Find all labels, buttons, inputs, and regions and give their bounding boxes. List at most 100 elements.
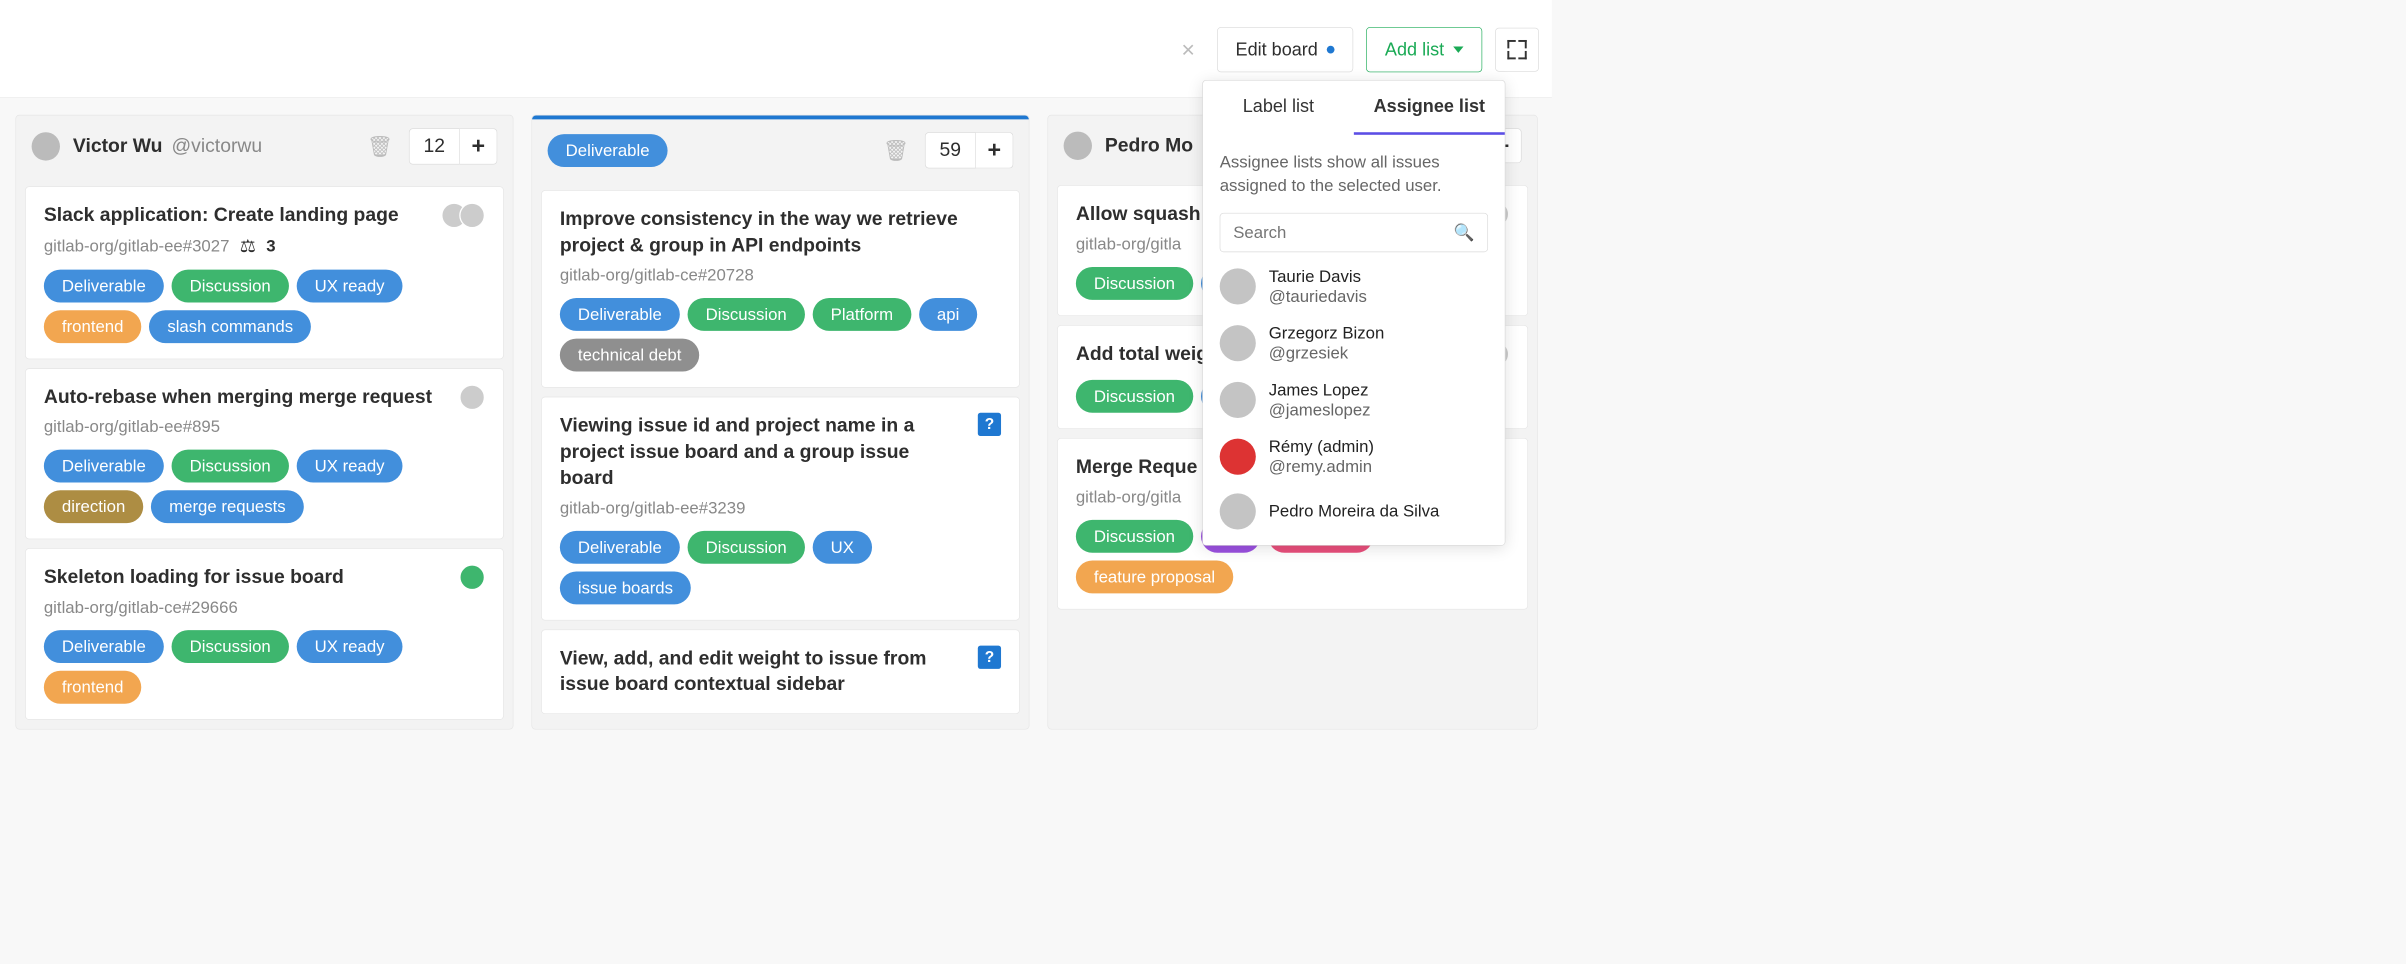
label-pill[interactable]: frontend: [44, 670, 142, 703]
edit-board-label: Edit board: [1236, 39, 1318, 60]
tab-assignee-list[interactable]: Assignee list: [1354, 81, 1505, 135]
tab-label-list[interactable]: Label list: [1203, 81, 1354, 135]
weight-icon: [240, 235, 256, 256]
avatar: [1220, 268, 1256, 304]
confidential-icon: ?: [978, 413, 1001, 436]
label-pill[interactable]: UX ready: [297, 269, 403, 302]
add-list-button[interactable]: Add list: [1366, 27, 1482, 72]
user-handle: @tauriedavis: [1269, 286, 1367, 306]
list-header: Victor Wu @victorwu 🗑 12 +: [16, 115, 513, 177]
list-label-pill: Deliverable: [548, 134, 668, 167]
card-title: Skeleton loading for issue board: [44, 564, 449, 590]
label-pill[interactable]: technical debt: [560, 339, 700, 372]
issue-card[interactable]: Improve consistency in the way we retrie…: [541, 190, 1020, 387]
label-pill[interactable]: UX ready: [297, 630, 403, 663]
search-icon: 🔍: [1454, 222, 1475, 242]
list-title-name: Pedro Mo: [1105, 135, 1193, 157]
label-pill[interactable]: Deliverable: [560, 298, 680, 331]
user-row[interactable]: Taurie Davis @tauriedavis: [1220, 266, 1488, 306]
user-row[interactable]: Rémy (admin) @remy.admin: [1220, 437, 1488, 477]
fullscreen-button[interactable]: [1495, 28, 1539, 72]
label-pill[interactable]: Discussion: [172, 450, 289, 483]
card-title: Auto-rebase when merging merge request: [44, 384, 449, 410]
card-ref: gitlab-org/gitlab-ce#20728: [560, 265, 754, 285]
avatar: [32, 132, 60, 160]
add-list-popover: Label list Assignee list Assignee lists …: [1202, 80, 1505, 546]
add-card-button[interactable]: +: [976, 132, 1013, 168]
card-assignees: [459, 384, 485, 410]
label-pill[interactable]: Deliverable: [44, 269, 164, 302]
label-pill[interactable]: Platform: [813, 298, 912, 331]
user-name: James Lopez: [1269, 380, 1371, 400]
label-pill[interactable]: Discussion: [688, 531, 805, 564]
card-title: Improve consistency in the way we retrie…: [560, 206, 1001, 258]
user-handle: @jameslopez: [1269, 400, 1371, 420]
card-ref: gitlab-org/gitla: [1076, 487, 1181, 507]
label-pill[interactable]: merge requests: [151, 490, 304, 523]
card-ref: gitlab-org/gitla: [1076, 234, 1181, 254]
label-pill[interactable]: frontend: [44, 310, 142, 343]
add-list-label: Add list: [1385, 39, 1444, 60]
trash-icon[interactable]: 🗑: [873, 138, 920, 163]
avatar: [1220, 325, 1256, 361]
user-name: Pedro Moreira da Silva: [1269, 501, 1440, 521]
issue-card[interactable]: View, add, and edit weight to issue from…: [541, 629, 1020, 713]
user-row[interactable]: Pedro Moreira da Silva: [1220, 493, 1488, 529]
add-card-button[interactable]: +: [460, 128, 497, 164]
avatar: [459, 564, 485, 590]
issue-card[interactable]: Skeleton loading for issue board gitlab-…: [25, 548, 504, 719]
user-handle: @grzesiek: [1269, 343, 1385, 363]
fullscreen-icon: [1507, 40, 1526, 59]
changes-dot-icon: [1327, 46, 1335, 54]
label-pill[interactable]: Deliverable: [44, 630, 164, 663]
label-pill[interactable]: slash commands: [149, 310, 311, 343]
list-header: Deliverable 🗑 59 +: [532, 119, 1029, 181]
user-row[interactable]: Grzegorz Bizon @grzesiek: [1220, 323, 1488, 363]
card-ref: gitlab-org/gitlab-ee#3027: [44, 236, 230, 256]
issue-card[interactable]: Auto-rebase when merging merge request g…: [25, 368, 504, 539]
trash-icon[interactable]: 🗑: [357, 134, 404, 159]
list-title-handle: @victorwu: [172, 135, 263, 157]
avatar: [1064, 132, 1092, 160]
edit-board-button[interactable]: Edit board: [1217, 27, 1354, 72]
search-input-wrapper[interactable]: 🔍: [1220, 213, 1488, 252]
user-name: Taurie Davis: [1269, 266, 1367, 286]
close-icon[interactable]: ×: [1172, 36, 1204, 63]
label-pill[interactable]: Discussion: [1076, 520, 1193, 553]
card-weight: 3: [266, 236, 275, 256]
label-pill[interactable]: Discussion: [1076, 380, 1193, 413]
user-handle: @remy.admin: [1269, 457, 1374, 477]
label-pill[interactable]: UX: [813, 531, 872, 564]
label-pill[interactable]: Deliverable: [44, 450, 164, 483]
board-list-assignee: Victor Wu @victorwu 🗑 12 + Slack applica…: [15, 115, 513, 729]
user-row[interactable]: James Lopez @jameslopez: [1220, 380, 1488, 420]
card-ref: gitlab-org/gitlab-ce#29666: [44, 597, 238, 617]
search-input[interactable]: [1233, 222, 1453, 242]
card-assignees: [441, 203, 485, 229]
label-pill[interactable]: Discussion: [172, 630, 289, 663]
label-pill[interactable]: direction: [44, 490, 144, 523]
label-pill[interactable]: issue boards: [560, 571, 691, 604]
label-pill[interactable]: feature proposal: [1076, 560, 1233, 593]
chevron-down-icon: [1453, 46, 1463, 52]
board-list-label: Deliverable 🗑 59 + Improve consistency i…: [531, 115, 1029, 729]
popover-description: Assignee lists show all issues assigned …: [1220, 150, 1488, 197]
label-pill[interactable]: Discussion: [1076, 267, 1193, 300]
card-title: View, add, and edit weight to issue from…: [560, 645, 968, 697]
label-pill[interactable]: Discussion: [688, 298, 805, 331]
avatar: [459, 384, 485, 410]
label-pill[interactable]: Deliverable: [560, 531, 680, 564]
label-pill[interactable]: Discussion: [172, 269, 289, 302]
user-name: Grzegorz Bizon: [1269, 323, 1385, 343]
avatar: [1220, 438, 1256, 474]
user-name: Rémy (admin): [1269, 437, 1374, 457]
card-title: Slack application: Create landing page: [44, 203, 431, 229]
issue-card[interactable]: Slack application: Create landing page g…: [25, 186, 504, 359]
label-pill[interactable]: UX ready: [297, 450, 403, 483]
confidential-icon: ?: [978, 645, 1001, 668]
card-ref: gitlab-org/gitlab-ee#895: [44, 417, 220, 437]
label-pill[interactable]: api: [919, 298, 978, 331]
list-count: 59: [925, 132, 976, 168]
avatar: [1220, 493, 1256, 529]
issue-card[interactable]: Viewing issue id and project name in a p…: [541, 397, 1020, 620]
